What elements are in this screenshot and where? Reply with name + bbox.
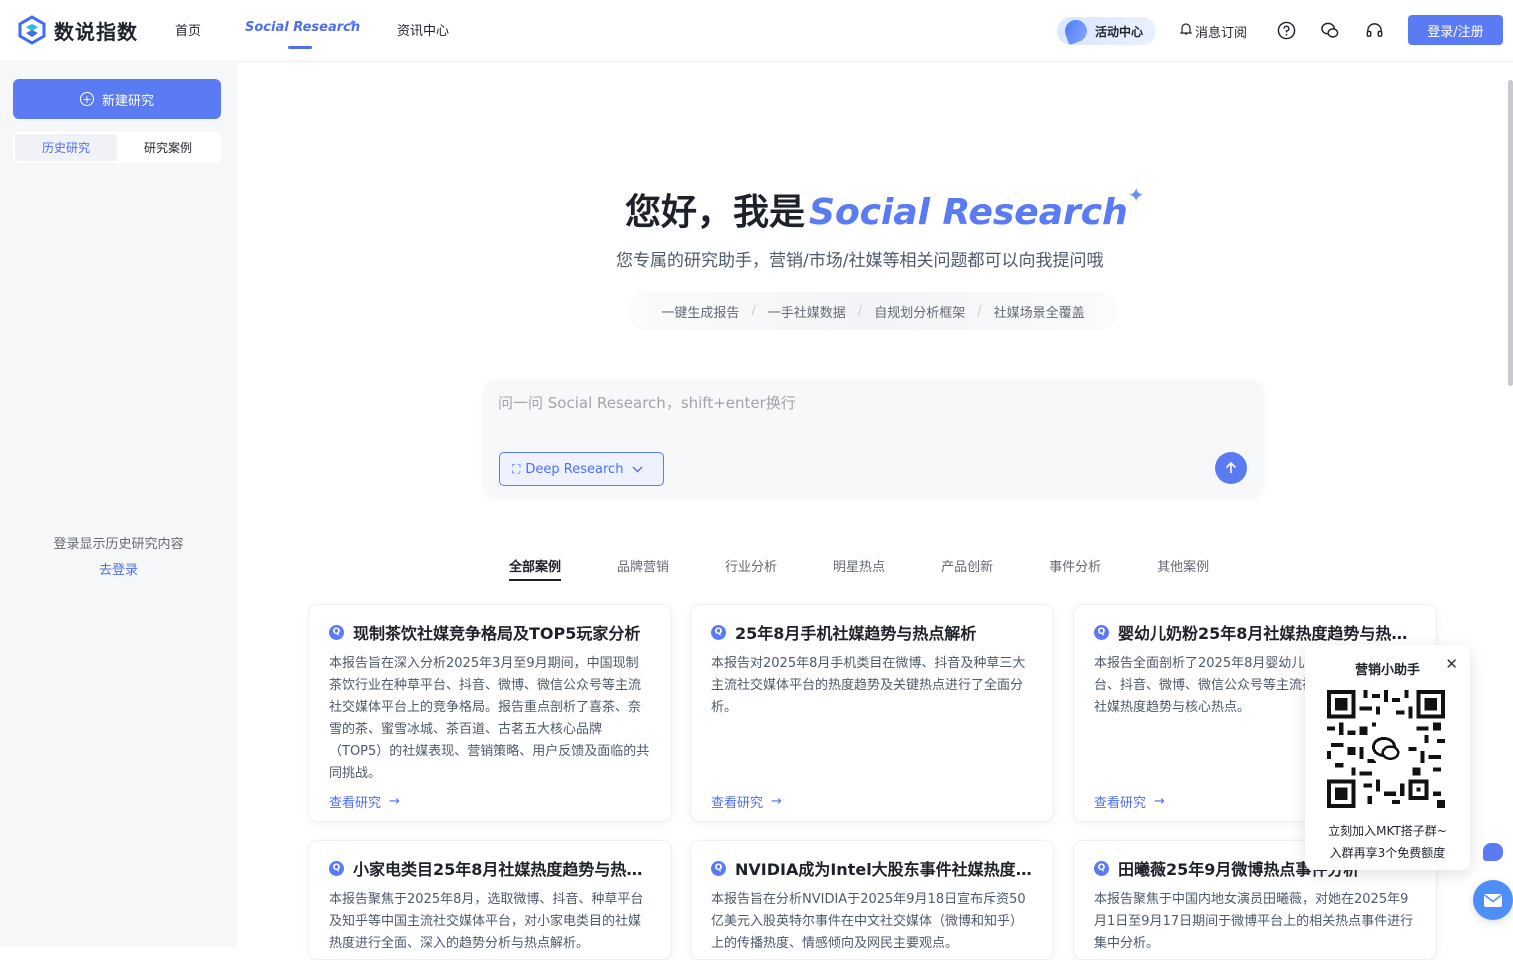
case-category-tabs: 全部案例 品牌营销 行业分析 明星热点 产品创新 事件分析 其他案例 [509, 556, 1265, 581]
view-research-label: 查看研究 [711, 796, 764, 811]
hero-subtitle: 您专属的研究助手，营销/市场/社媒等相关问题都可以向我提问哦 [616, 251, 1104, 271]
arrow-right-icon: → [771, 794, 782, 809]
research-mode-label: Deep Research [525, 461, 624, 477]
case-card[interactable]: Q 现制茶饮社媒竞争格局及TOP5玩家分析 本报告旨在深入分析2025年3月至9月… [308, 604, 672, 822]
q-icon: Q [1094, 860, 1109, 876]
case-card-description: 本报告旨在深入分析2025年3月至9月期间，中国现制茶饮行业在种草平台、抖音、微… [329, 656, 650, 781]
sidebar-tabs: 历史研究 研究案例 [13, 132, 221, 163]
qr-code [1327, 690, 1445, 808]
activity-center-label: 活动中心 [1095, 24, 1144, 39]
case-card-title: NVIDIA成为Intel大股东事件社媒热度及... [735, 860, 1033, 879]
nav-news-center[interactable]: 资讯中心 [397, 20, 449, 39]
logo-icon [18, 15, 46, 45]
send-button[interactable] [1215, 452, 1247, 484]
tag-separator: / [857, 303, 863, 319]
tab-product-innovation[interactable]: 产品创新 [941, 556, 993, 575]
headset-icon[interactable] [1364, 20, 1384, 40]
q-icon: Q [329, 860, 344, 876]
feature-tag: 一手社媒数据 [767, 305, 846, 321]
chevron-down-icon [632, 462, 643, 477]
view-research-link[interactable]: 查看研究 → [711, 792, 782, 811]
mail-icon[interactable] [1473, 880, 1513, 920]
tab-event-analysis[interactable]: 事件分析 [1049, 556, 1101, 575]
sparkle-icon: ✦ [1127, 183, 1145, 207]
new-research-label: 新建研究 [101, 93, 154, 109]
wechat-icon[interactable] [1320, 20, 1340, 40]
q-icon: Q [329, 624, 344, 640]
page-scrollbar[interactable] [1508, 80, 1513, 386]
case-card-title: 小家电类目25年8月社媒热度趋势与热点... [353, 860, 651, 879]
tab-celebrity-hotspots[interactable]: 明星热点 [833, 556, 885, 575]
question-input[interactable] [498, 392, 1238, 432]
login-register-button[interactable]: 登录/注册 [1408, 15, 1503, 45]
tag-separator: / [977, 303, 982, 319]
q-icon: Q [1094, 624, 1109, 640]
case-card[interactable]: Q 小家电类目25年8月社媒热度趋势与热点... 本报告聚焦于2025年8月，选取… [308, 840, 672, 960]
case-card-description: 本报告聚焦于中国内地女演员田曦薇，对她在2025年9月1日至9月17日期间于微博… [1094, 892, 1414, 951]
nav-home[interactable]: 首页 [175, 20, 201, 39]
case-card-title: 25年8月手机社媒趋势与热点解析 [735, 624, 977, 643]
case-card-description: 本报告旨在分析NVIDIA于2025年9月18日宣布斥资50亿美元入股英特尔事件… [711, 892, 1026, 951]
question-input-box: ⛶ Deep Research [484, 380, 1263, 496]
view-research-label: 查看研究 [329, 796, 382, 811]
nav-active-indicator [288, 46, 312, 49]
chatbot-icon[interactable] [1483, 843, 1503, 861]
nav-social-research[interactable]: Social Research [245, 20, 360, 35]
arrow-right-icon: → [1154, 794, 1165, 809]
new-research-button[interactable]: + 新建研究 [13, 79, 221, 119]
feature-tag: 一键生成报告 [661, 305, 740, 321]
tab-all-cases[interactable]: 全部案例 [509, 556, 562, 581]
case-card-title: 婴幼儿奶粉25年8月社媒热度趋势与热点... [1118, 624, 1416, 643]
arrow-up-icon [1225, 461, 1237, 473]
message-subscribe-label: 消息订阅 [1195, 26, 1248, 41]
arrow-right-icon: → [389, 794, 400, 809]
case-card[interactable]: Q 25年8月手机社媒趋势与热点解析 本报告对2025年8月手机类目在微博、抖音及… [690, 604, 1054, 822]
tab-industry-analysis[interactable]: 行业分析 [725, 556, 777, 575]
tab-brand-marketing[interactable]: 品牌营销 [617, 556, 669, 575]
feature-tags: 一键生成报告 / 一手社媒数据 / 自规划分析框架 / 社媒场景全覆盖 [628, 292, 1118, 330]
close-icon[interactable]: ✕ [1445, 655, 1458, 673]
tab-history-research[interactable]: 历史研究 [15, 134, 117, 161]
popup-invite-line: 立刻加入MKT搭子群~ [1328, 824, 1447, 838]
case-card-description: 本报告对2025年8月手机类目在微博、抖音及种草三大主流社交媒体平台的热度趋势及… [711, 656, 1026, 715]
hero-title-brand: Social Research [809, 192, 1128, 233]
view-research-link[interactable]: 查看研究 → [1094, 792, 1165, 811]
case-card-description: 本报告聚焦于2025年8月，选取微博、抖音、种草平台及知乎等中国主流社交媒体平台… [329, 892, 644, 951]
rocket-icon [1061, 16, 1091, 46]
history-empty-text: 登录显示历史研究内容 [53, 537, 184, 552]
help-icon[interactable] [1276, 20, 1296, 40]
plus-circle-icon: + [79, 92, 94, 106]
feature-tag: 自规划分析框架 [874, 305, 966, 321]
sparkle-icon: ✦ [348, 17, 358, 30]
feature-tag: 社媒场景全覆盖 [993, 305, 1085, 321]
message-subscribe-button[interactable]: 消息订阅 [1179, 22, 1248, 41]
popup-invite-line: 入群再享3个免费额度 [1329, 846, 1446, 860]
hero-title: 您好，我是 Social Research ✦ [0, 183, 1513, 235]
case-card-title: 现制茶饮社媒竞争格局及TOP5玩家分析 [353, 624, 641, 643]
tab-other-cases[interactable]: 其他案例 [1157, 556, 1209, 575]
research-mode-dropdown[interactable]: ⛶ Deep Research [499, 452, 664, 486]
view-research-link[interactable]: 查看研究 → [329, 792, 400, 811]
case-card[interactable]: Q NVIDIA成为Intel大股东事件社媒热度及... 本报告旨在分析NVIDI… [690, 840, 1054, 960]
bell-icon [1179, 23, 1193, 40]
tag-separator: / [751, 303, 756, 319]
popup-invite-text: 立刻加入MKT搭子群~ 入群再享3个免费额度 [1305, 820, 1470, 864]
go-login-link[interactable]: 去登录 [0, 559, 237, 578]
deep-research-icon: ⛶ [512, 461, 521, 476]
hero-title-prefix: 您好，我是 [625, 192, 806, 233]
top-bar: 数说指数 首页 Social Research ✦ 资讯中心 活动中心 消息订阅… [0, 0, 1513, 62]
q-icon: Q [711, 624, 726, 640]
marketing-assistant-popup: 营销小助手 ✕ 立刻加入MKT搭子群~ 入群再享3个免费额度 [1305, 645, 1470, 870]
logo-text: 数说指数 [54, 19, 138, 44]
logo[interactable]: 数说指数 [18, 15, 138, 45]
q-icon: Q [711, 860, 726, 876]
view-research-label: 查看研究 [1094, 796, 1147, 811]
activity-center-button[interactable]: 活动中心 [1057, 16, 1156, 46]
tab-research-cases[interactable]: 研究案例 [117, 134, 219, 161]
